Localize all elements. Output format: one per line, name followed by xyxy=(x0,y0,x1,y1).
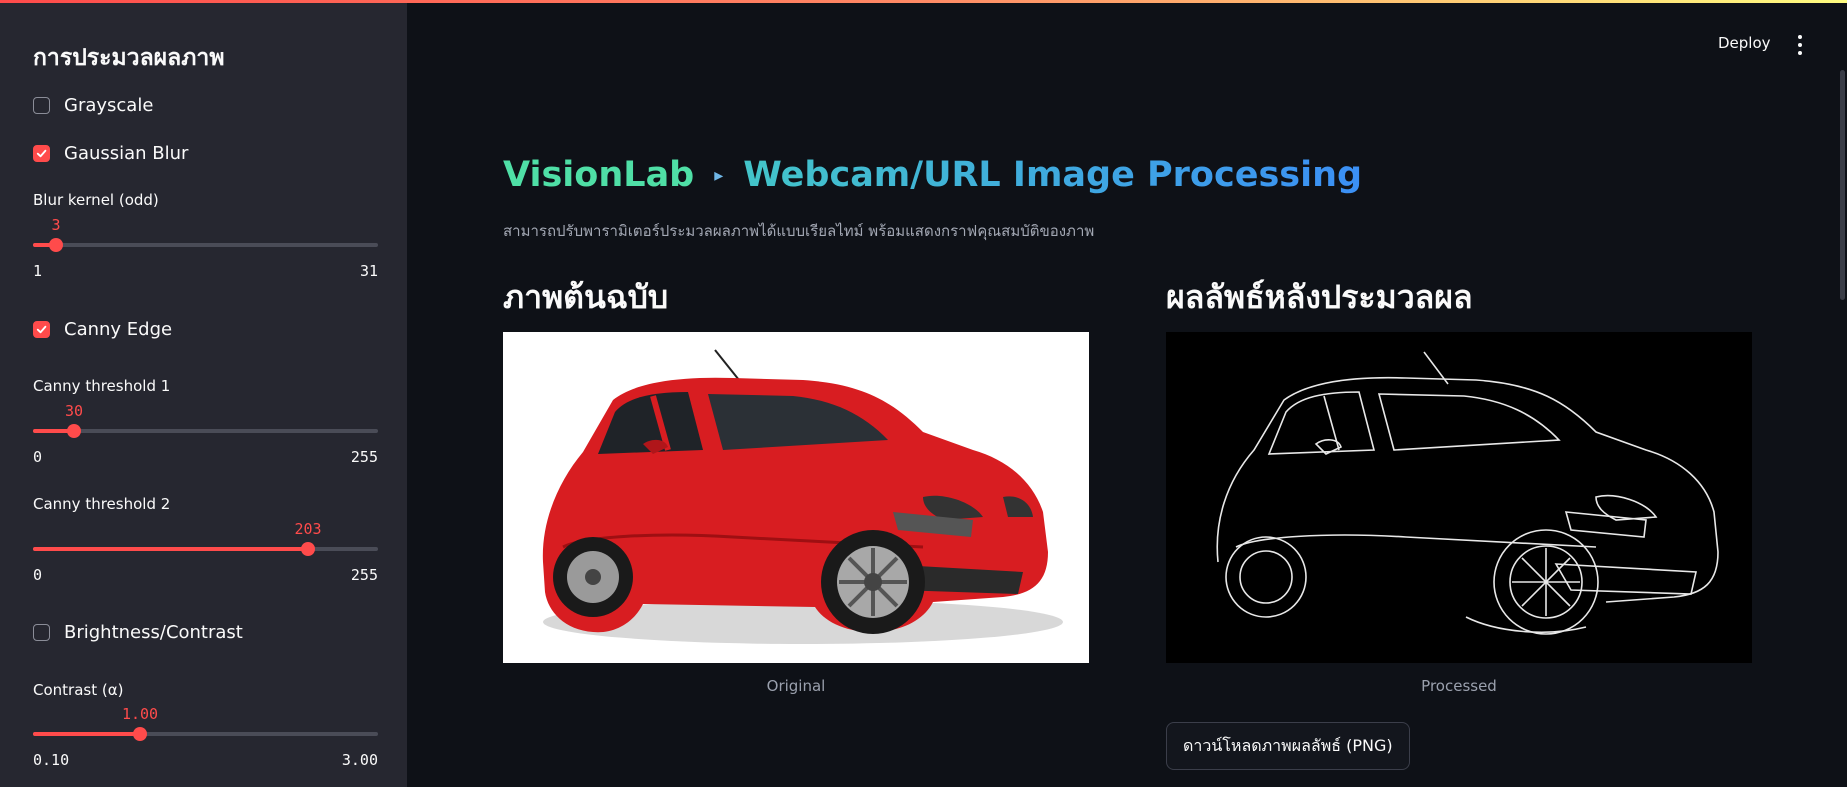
slider-value: 1.00 xyxy=(121,705,159,723)
slider-min: 0 xyxy=(33,448,43,466)
slider-value: 203 xyxy=(294,520,322,538)
grayscale-checkbox[interactable]: Grayscale xyxy=(33,92,153,118)
checkbox-box[interactable] xyxy=(33,623,50,641)
slider-max: 31 xyxy=(359,262,378,280)
slider-thumb[interactable] xyxy=(49,238,63,252)
slider-value: 3 xyxy=(51,216,61,234)
slider-track[interactable] xyxy=(33,424,378,438)
slider-max: 255 xyxy=(350,448,378,466)
processed-image xyxy=(1166,332,1752,663)
edge-photo xyxy=(1216,351,1719,635)
page-subtitle: สามารถปรับพารามิเตอร์ประมวลผลภาพได้แบบเร… xyxy=(503,222,1095,240)
sidebar: การประมวลผลภาพ Grayscale Gaussian Blur B… xyxy=(0,0,407,787)
checkbox-label: Gaussian Blur xyxy=(64,142,189,164)
canny-edge-checkbox[interactable]: Canny Edge xyxy=(33,316,172,342)
slider-label: Canny threshold 1 xyxy=(33,377,171,395)
play-arrow-icon: ▸ xyxy=(714,164,724,186)
slider-min: 0 xyxy=(33,566,43,584)
car-photo xyxy=(542,349,1063,644)
original-image xyxy=(503,332,1089,663)
checkbox-box[interactable] xyxy=(33,320,50,338)
page-title: VisionLab ▸ Webcam/URL Image Processing xyxy=(503,155,1362,195)
canny-threshold-1-slider[interactable]: Canny threshold 1 30 0 255 xyxy=(33,377,378,467)
checkbox-label: Brightness/Contrast xyxy=(64,621,243,643)
slider-max: 255 xyxy=(350,566,378,584)
slider-label: Canny threshold 2 xyxy=(33,495,171,513)
slider-label: Contrast (α) xyxy=(33,681,124,699)
slider-track[interactable] xyxy=(33,727,378,741)
top-accent-bar xyxy=(0,0,1847,3)
title-page-name: Webcam/URL Image Processing xyxy=(743,155,1363,195)
deploy-button[interactable]: Deploy xyxy=(1718,34,1771,52)
slider-max: 3.00 xyxy=(341,751,378,769)
original-caption: Original xyxy=(766,677,826,695)
original-heading: ภาพต้นฉบับ xyxy=(503,278,669,316)
slider-track[interactable] xyxy=(33,238,378,252)
slider-thumb[interactable] xyxy=(301,542,315,556)
checkbox-label: Grayscale xyxy=(64,94,154,116)
checkbox-label: Canny Edge xyxy=(64,318,173,340)
gaussian-blur-checkbox[interactable]: Gaussian Blur xyxy=(33,140,188,166)
slider-min: 1 xyxy=(33,262,43,280)
sidebar-title: การประมวลผลภาพ xyxy=(33,45,225,71)
blur-kernel-slider[interactable]: Blur kernel (odd) 3 1 31 xyxy=(33,191,378,281)
processed-caption: Processed xyxy=(1421,677,1497,695)
slider-fill xyxy=(33,547,308,551)
slider-min: 0.10 xyxy=(33,751,70,769)
scrollbar[interactable] xyxy=(1840,70,1845,300)
processed-heading: ผลลัพธ์หลังประมวลผล xyxy=(1166,278,1473,316)
title-app-name: VisionLab xyxy=(503,155,695,195)
checkbox-box[interactable] xyxy=(33,96,50,114)
contrast-slider[interactable]: Contrast (α) 1.00 0.10 3.00 xyxy=(33,681,378,771)
slider-thumb[interactable] xyxy=(67,424,81,438)
download-button[interactable]: ดาวน์โหลดภาพผลลัพธ์ (PNG) xyxy=(1166,722,1410,770)
slider-track[interactable] xyxy=(33,542,378,556)
brightness-contrast-checkbox[interactable]: Brightness/Contrast xyxy=(33,619,243,645)
slider-value: 30 xyxy=(64,402,84,420)
slider-thumb[interactable] xyxy=(133,727,147,741)
checkbox-box[interactable] xyxy=(33,144,50,162)
slider-label: Blur kernel (odd) xyxy=(33,191,159,209)
kebab-menu-icon[interactable] xyxy=(1791,35,1809,55)
slider-fill xyxy=(33,732,140,736)
canny-threshold-2-slider[interactable]: Canny threshold 2 203 0 255 xyxy=(33,495,378,585)
